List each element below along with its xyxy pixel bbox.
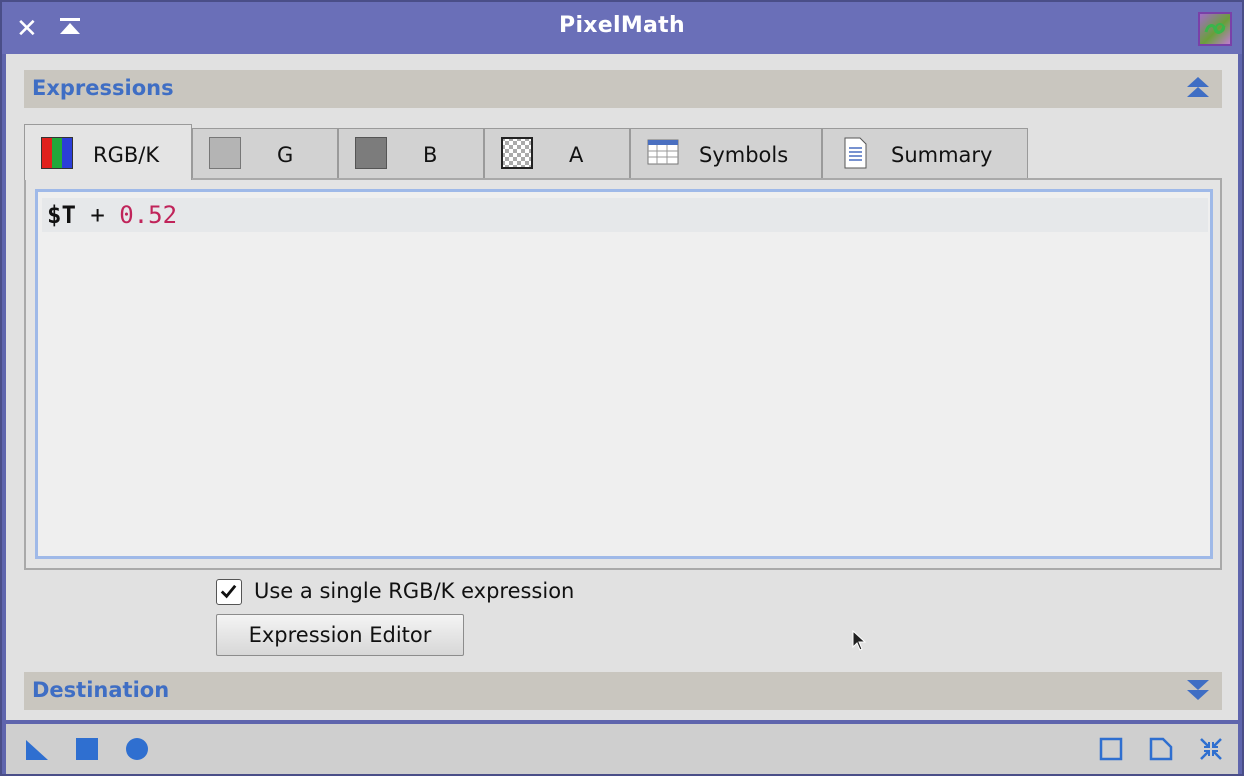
single-expression-checkbox[interactable] — [216, 579, 242, 605]
code-number: 0.52 — [119, 201, 178, 229]
mouse-pointer-icon — [852, 629, 868, 652]
apply-global-icon[interactable] — [74, 736, 100, 762]
tab-label-b: B — [423, 143, 438, 167]
code-operator: + — [90, 201, 105, 229]
tab-summary[interactable]: Summary — [822, 128, 1028, 180]
expand-down-icon[interactable] — [1184, 676, 1212, 704]
tab-a[interactable]: A — [484, 128, 630, 180]
tab-label-summary: Summary — [891, 143, 993, 167]
single-expression-label: Use a single RGB/K expression — [254, 579, 575, 603]
tab-label-g: G — [277, 143, 294, 167]
preview-icon[interactable] — [1098, 736, 1124, 762]
document-browser-icon[interactable] — [1148, 736, 1174, 762]
dark-gray-swatch-icon — [355, 137, 387, 169]
expression-editor[interactable]: $T + 0.52 — [35, 189, 1213, 651]
destination-section-title: Destination — [32, 678, 170, 702]
tab-label-rgbk: RGB/K — [93, 143, 160, 167]
checker-swatch-icon — [501, 137, 533, 169]
document-icon — [839, 137, 871, 169]
rgb-swatch-icon — [41, 137, 73, 169]
code-variable: $T — [47, 201, 76, 229]
expressions-section-bar[interactable]: Expressions — [24, 70, 1222, 108]
title-bar: ✕ PixelMath — [2, 2, 1242, 54]
expressions-section-title: Expressions — [32, 76, 174, 100]
process-toolbar — [6, 724, 1238, 774]
tab-g[interactable]: G — [192, 128, 338, 180]
tab-symbols[interactable]: Symbols — [630, 128, 822, 180]
tab-b[interactable]: B — [338, 128, 484, 180]
gray-swatch-icon — [209, 137, 241, 169]
window-client-area: Expressions RGB/K G B A Symbols Summary … — [6, 54, 1238, 774]
code-line-current[interactable]: $T + 0.52 — [42, 198, 1208, 232]
window-title: PixelMath — [559, 13, 685, 38]
reset-icon[interactable] — [1198, 736, 1224, 762]
tab-label-symbols: Symbols — [699, 143, 789, 167]
pixelmath-app-icon — [1198, 12, 1232, 46]
new-instance-icon[interactable] — [24, 736, 50, 762]
tab-rgbk[interactable]: RGB/K — [24, 124, 192, 180]
expression-panel: $T + 0.52 — [24, 178, 1222, 651]
pixelmath-window: ✕ PixelMath Expressions RGB/K G B A Symb… — [0, 0, 1244, 776]
apply-icon[interactable] — [124, 736, 150, 762]
collapse-up-icon[interactable] — [1184, 74, 1212, 102]
expression-tabs: RGB/K G B A Symbols Summary — [24, 124, 1034, 180]
tab-label-a: A — [569, 143, 584, 167]
table-icon — [647, 137, 679, 169]
destination-section-bar[interactable]: Destination — [24, 672, 1222, 710]
expression-editor-button[interactable]: Expression Editor — [216, 614, 464, 656]
